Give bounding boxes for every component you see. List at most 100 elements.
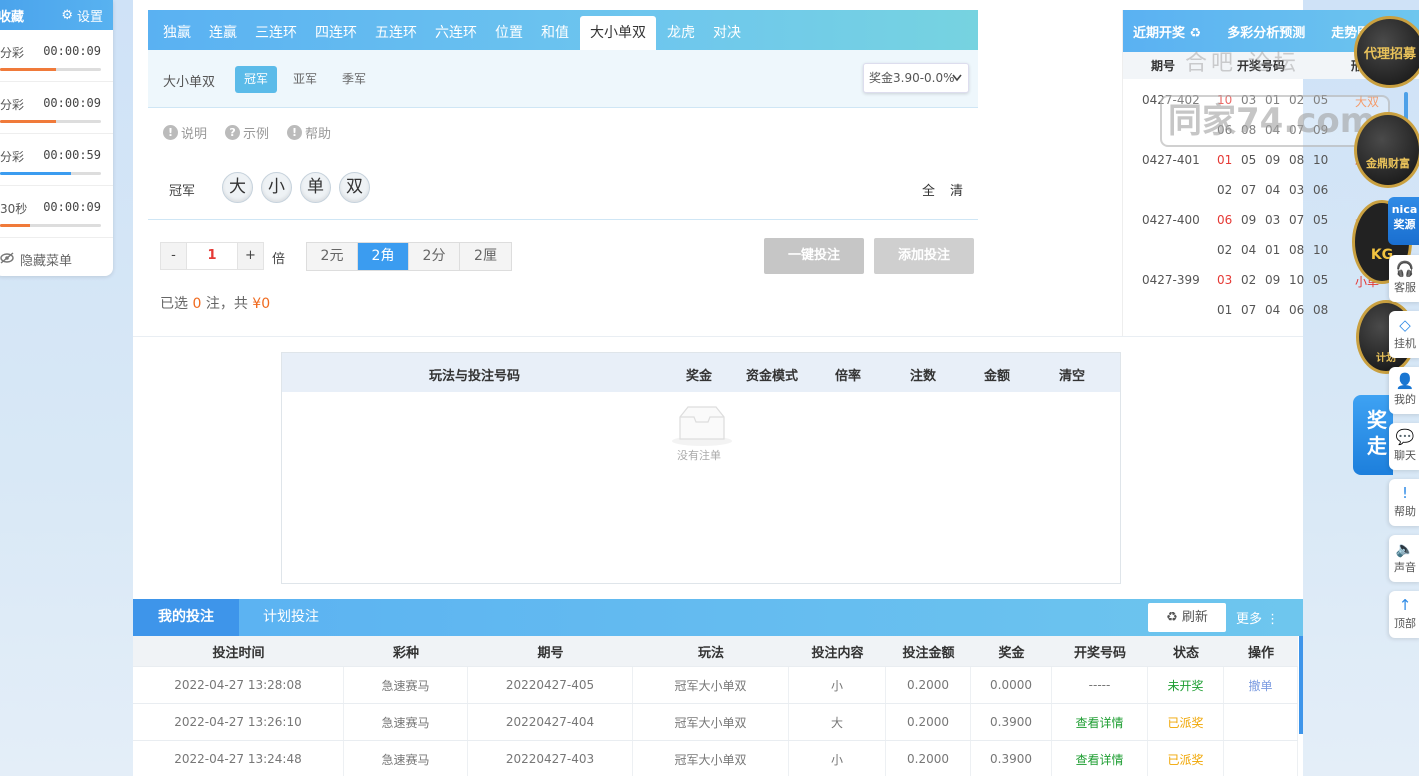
sub-tab-champion[interactable]: 冠军: [235, 66, 278, 93]
play-tab[interactable]: 龙虎: [660, 16, 702, 50]
col-draw-numbers: 开奖号码: [1237, 59, 1286, 73]
select-all-button[interactable]: 全: [922, 180, 935, 199]
refresh-button[interactable]: ♻ 刷新: [1148, 603, 1226, 632]
tab-plan-bets[interactable]: 计划投注: [238, 599, 344, 636]
back-to-top-button[interactable]: ↑ 顶部: [1389, 591, 1419, 638]
play-tab[interactable]: 连赢: [202, 16, 244, 50]
draw-number: 08: [1289, 243, 1305, 257]
play-tab[interactable]: 三连环: [248, 16, 304, 50]
view-details-link[interactable]: 查看详情: [1052, 741, 1148, 776]
one-key-bet-button[interactable]: 一键投注: [764, 238, 864, 274]
draw-number: 07: [1241, 183, 1257, 197]
auto-bet-button[interactable]: ◇ 挂机: [1389, 311, 1419, 358]
main-panel: 独赢 连赢 三连环 四连环 五连环 六连环 位置 和值 大小单双 龙虎 对决 大小单双 冠军 亚军 …: [133, 0, 1419, 776]
side-tool-label: 帮助: [1394, 505, 1416, 518]
hide-menu-label: 隐藏菜单: [20, 254, 73, 269]
draw-issue: 0427-402: [1142, 93, 1200, 107]
example-label: 示例: [243, 127, 270, 142]
recycle-icon: ♻: [1189, 25, 1202, 41]
help-button[interactable]: ! 帮助: [1389, 479, 1419, 526]
unit-li[interactable]: 2厘: [460, 243, 511, 270]
draw-number: 05: [1313, 213, 1329, 227]
scrollbar[interactable]: [1299, 636, 1303, 734]
draw-number: 08: [1241, 123, 1257, 137]
sub-tab-runner-up[interactable]: 亚军: [284, 66, 326, 93]
service-button[interactable]: 🎧 客服: [1389, 255, 1419, 302]
hide-menu-button[interactable]: 隐藏菜单: [0, 250, 72, 269]
ball-small[interactable]: 小: [261, 172, 292, 203]
play-tab[interactable]: 四连环: [308, 16, 364, 50]
more-link[interactable]: 更多 ⋮: [1236, 608, 1279, 627]
clear-button[interactable]: 清: [950, 180, 963, 199]
explain-label: 说明: [181, 127, 208, 142]
cell-issue: 20220427-403: [468, 741, 633, 776]
column-header: 玩法: [697, 645, 724, 661]
exclamation-icon: !: [287, 125, 303, 140]
timer-item[interactable]: 分彩 00:00:09: [0, 30, 113, 82]
play-tab[interactable]: 六连环: [428, 16, 484, 50]
question-icon: ?: [225, 125, 241, 140]
settings-button[interactable]: ⚙ 设置: [61, 6, 103, 25]
cell-game: 急速赛马: [344, 667, 468, 703]
play-tab[interactable]: 独赢: [156, 16, 198, 50]
timer-item[interactable]: 30秒 00:00:09: [0, 186, 113, 238]
draw-number: 03: [1217, 273, 1233, 287]
draw-numbers: 10 03 01 02 05: [1217, 93, 1342, 107]
nica-sub: 奖源: [1393, 218, 1416, 231]
play-tab[interactable]: 和值: [534, 16, 576, 50]
help-link[interactable]: ! 帮助: [287, 123, 331, 142]
example-link[interactable]: ? 示例: [225, 123, 269, 142]
multiplier-input[interactable]: 1: [186, 243, 238, 269]
info-icon: !: [1401, 484, 1408, 502]
prize-trend-card[interactable]: 奖走: [1353, 395, 1393, 475]
timer-item[interactable]: 分彩 00:00:09: [0, 82, 113, 134]
cancel-bet-link[interactable]: 撤单: [1224, 667, 1298, 703]
agent-recruit-badge[interactable]: 代理招募: [1354, 16, 1419, 88]
nica-card[interactable]: nica 奖源: [1388, 197, 1419, 245]
chat-button[interactable]: 💬 聊天: [1389, 423, 1419, 470]
draw-issue: 0427-399: [1142, 273, 1200, 287]
add-bet-button[interactable]: 添加投注: [874, 238, 974, 274]
bet-list: 玩法与投注号码 奖金 资金模式 倍率 注数 金额 清空 没有注单: [281, 352, 1121, 584]
ball-odd[interactable]: 单: [300, 172, 331, 203]
play-tab[interactable]: 五连环: [368, 16, 424, 50]
profile-button[interactable]: 👤 我的: [1389, 367, 1419, 414]
play-tab[interactable]: 对决: [706, 16, 748, 50]
unit-fen[interactable]: 2分: [409, 243, 460, 270]
speaker-icon: 🔈: [1395, 540, 1415, 558]
cell-amount: 0.2000: [886, 704, 971, 740]
timer-item[interactable]: 分彩 00:00:59: [0, 134, 113, 186]
decrement-button[interactable]: -: [161, 243, 186, 269]
empty-inbox-icon: [670, 403, 732, 446]
col-prize: 奖金: [686, 369, 713, 384]
jinding-badge[interactable]: 金鼎财富: [1354, 112, 1419, 188]
settings-label: 设置: [76, 9, 103, 25]
play-tab[interactable]: 大小单双: [580, 16, 656, 50]
play-tab[interactable]: 位置: [488, 16, 530, 50]
table-row: 2022-04-27 13:26:10 急速赛马 20220427-404 冠军大小单…: [133, 704, 1298, 741]
draw-number: 01: [1217, 153, 1233, 167]
draw-number: 07: [1241, 303, 1257, 317]
increment-button[interactable]: +: [238, 243, 263, 269]
tab-analysis[interactable]: 多彩分析预测: [1201, 22, 1305, 41]
multiplier-unit: 倍: [272, 252, 286, 267]
tab-my-bets[interactable]: 我的投注: [133, 599, 239, 636]
side-tool-label: 我的: [1394, 393, 1416, 406]
draw-number: 03: [1265, 213, 1281, 227]
my-bets-header-row: 投注时间 彩种 期号 玩法 投注内容 投注金额 奖金 开奖号码 状态 操作: [133, 636, 1298, 667]
explain-link[interactable]: ! 说明: [163, 123, 207, 142]
view-details-link[interactable]: 查看详情: [1052, 704, 1148, 740]
unit-jiao[interactable]: 2角: [358, 243, 409, 270]
sub-tab-third[interactable]: 季军: [333, 66, 375, 93]
timer-name: 分彩: [0, 98, 25, 112]
clear-all-button[interactable]: 清空: [1059, 365, 1085, 384]
ball-big[interactable]: 大: [222, 172, 253, 203]
cell-time: 2022-04-27 13:24:48: [133, 741, 344, 776]
sound-button[interactable]: 🔈 声音: [1389, 535, 1419, 582]
tab-recent-draws[interactable]: 近期开奖 ♻: [1123, 22, 1201, 41]
ball-even[interactable]: 双: [339, 172, 370, 203]
unit-yuan[interactable]: 2元: [307, 243, 358, 270]
odds-select[interactable]: 奖金3.90-0.0%: [863, 63, 969, 93]
draw-number: 10: [1217, 93, 1233, 107]
cell-time: 2022-04-27 13:28:08: [133, 667, 344, 703]
